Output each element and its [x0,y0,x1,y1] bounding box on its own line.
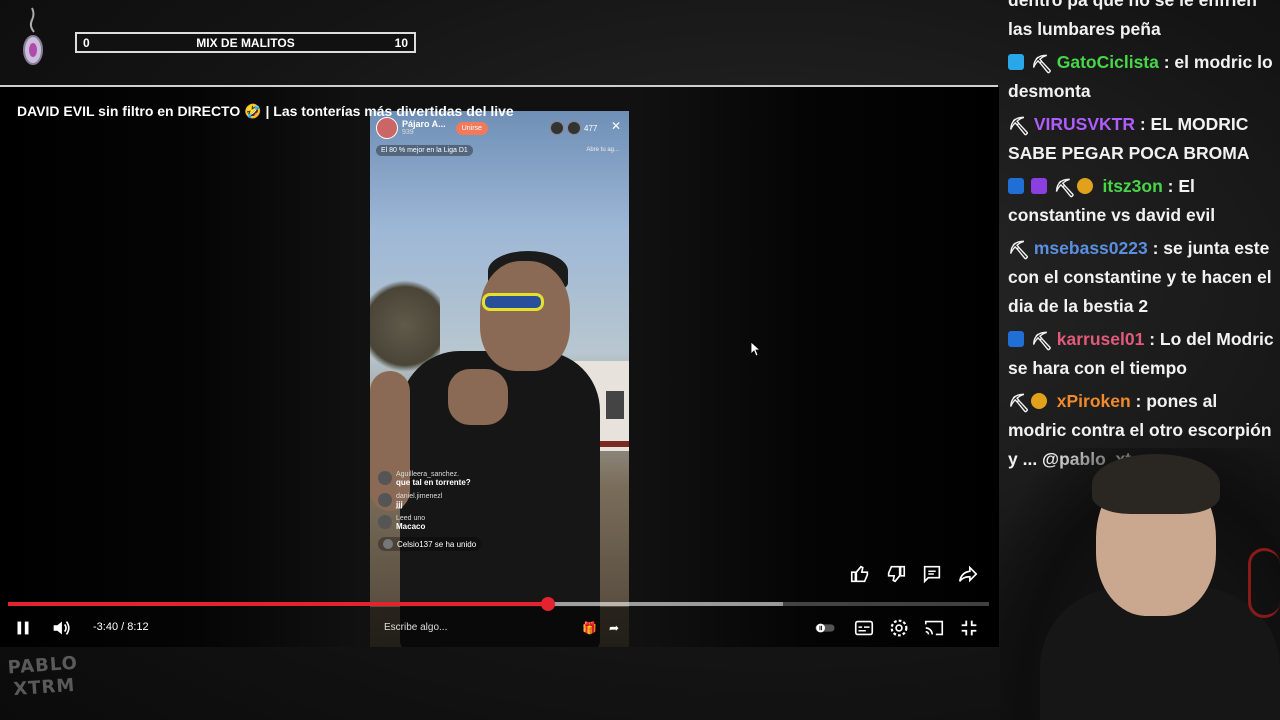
streamer-likes: 939 [402,129,414,137]
cube-icon [1008,54,1024,70]
channel-logo: PABLO XTRM [6,652,79,701]
pick-icon: ⛏ [1030,331,1054,351]
cast-icon[interactable] [923,617,945,639]
like-icon[interactable] [849,563,871,585]
chat-text: dentro pa que no se le enfríen las lumba… [1008,0,1257,39]
streamer-avatar [376,117,398,139]
chat-username[interactable]: VIRUSVKTR [1034,114,1135,134]
chat-message: dentro pa que no se le enfríen las lumba… [1008,0,1276,44]
progress-bar[interactable] [8,597,989,611]
comment-user: Aguilleera_sanchez. [396,471,460,478]
chat-username[interactable]: karrusel01 [1057,329,1145,349]
scrubber-handle[interactable] [540,597,555,611]
video-player[interactable]: DAVID EVIL sin filtro en DIRECTO 🤣 | Las… [0,87,999,647]
viewer-avatar [550,121,564,135]
chat-message: ⛏ VIRUSVKTR : EL MODRIC SABE PEGAR POCA … [1008,110,1276,168]
pause-icon[interactable] [12,617,34,639]
comment-text: Macaco [396,522,426,531]
pick-icon: ⛏ [1008,240,1031,260]
chat-message: ⛏ GatoCiclista : el modric lo desmonta [1008,48,1276,106]
chat-username[interactable]: msebass0223 [1034,238,1148,258]
streamer-hair [1092,454,1220,514]
comment-icon[interactable] [921,563,943,585]
gold-coin-icon [1076,178,1093,194]
trailer-window [606,391,624,419]
chat-message: ⛏ karrusel01 : Lo del Modric se hara con… [1008,325,1276,383]
list-item: Leed uno Macaco [378,515,538,531]
video-title: DAVID EVIL sin filtro en DIRECTO 🤣 | Las… [17,103,514,119]
purple-cube-icon [1030,178,1047,194]
avatar [378,493,392,507]
pick-icon: ⛏ [1008,393,1031,413]
avatar [378,515,392,529]
tiktok-comments: Aguilleera_sanchez. que tal en torrente?… [378,471,538,551]
lightning-icon [1008,178,1024,194]
chat-message: ⛏ itsz3on : El constantine vs david evil [1008,172,1276,230]
comment-user: Leed uno [396,515,426,522]
live-chat: dentro pa que no se le enfríen las lumba… [1008,0,1276,478]
pick-icon: ⛏ [1030,54,1054,74]
time-display: -3:40 / 8:12 [93,621,149,633]
league-rank: El 80 % mejor en la Liga D1 [376,145,473,156]
dislike-icon[interactable] [885,563,907,585]
chat-username[interactable]: GatoCiclista [1057,52,1159,72]
person-head [480,261,570,371]
viewer-count-text: 477 [584,123,598,133]
comment-text: que tal en torrente? [396,478,471,487]
joined-text: Celsio137 se ha unido [397,539,477,549]
viewer-avatar [567,121,581,135]
list-item: daniel.jimenezl jjj [378,493,538,509]
close-icon[interactable]: ✕ [611,119,621,133]
subtitles-icon[interactable] [853,617,875,639]
streamer-name: Pájaro A... [402,118,446,129]
player-controls: -3:40 / 8:12 [0,613,999,643]
microphone-icon [1248,548,1280,618]
streamer-webcam [1000,448,1280,720]
comment-user: daniel.jimenezl [396,493,443,500]
lightning-icon [1008,331,1024,347]
gold-coin-icon [1030,393,1047,409]
joined-notice: Celsio137 se ha unido [378,537,482,551]
chat-username[interactable]: xPiroken [1057,391,1131,411]
pick-icon: ⛏ [1008,116,1031,136]
autoplay-toggle-icon[interactable] [814,617,836,639]
exit-fullscreen-icon[interactable] [958,617,980,639]
sunglasses [482,293,544,311]
person-fist [448,369,508,425]
mouse-cursor-icon [750,341,760,357]
chat-message: ⛏ msebass0223 : se junta este con el con… [1008,234,1276,321]
score-bar-title: MIX DE MALITOS [196,35,295,50]
video-actions [849,563,979,585]
viewer-count: 477 [550,121,597,135]
right-score: 10 [394,35,408,50]
comment-text: jjj [396,500,403,509]
join-button[interactable]: Unirse [455,121,488,135]
share-icon[interactable] [957,563,979,585]
list-item: Aguilleera_sanchez. que tal en torrente? [378,471,538,487]
avatar [378,471,392,485]
played-bar [8,602,548,606]
volume-icon[interactable] [50,617,72,639]
scorpion-logo-icon [23,7,43,65]
pick-icon: ⛏ [1053,178,1076,198]
explore-text: Abre tu ag... [586,147,619,153]
left-score: 0 [83,35,90,50]
tiktok-live-frame: Pájaro A... 939 Unirse 477 ✕ El 80 % mej… [370,111,629,647]
chat-username[interactable]: itsz3on [1103,176,1163,196]
score-bar: 0 MIX DE MALITOS 10 [75,32,416,53]
avatar [383,539,393,549]
tiktok-header: Pájaro A... 939 Unirse [376,117,488,139]
settings-gear-icon[interactable] [888,617,910,639]
